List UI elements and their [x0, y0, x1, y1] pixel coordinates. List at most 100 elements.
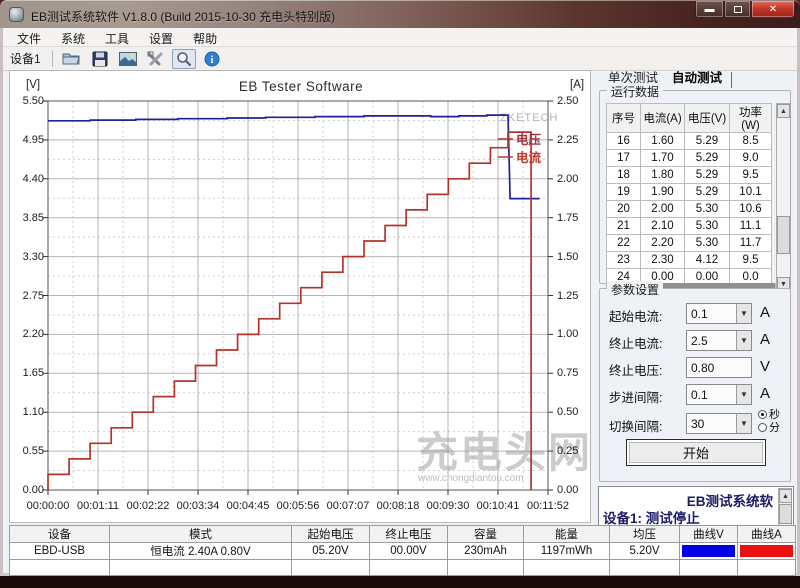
status-cell	[370, 560, 448, 576]
param-row: 终止电流:2.5▼A	[600, 330, 792, 351]
image-export-icon	[119, 52, 137, 66]
run-data-scrollbar[interactable]: ▲▼	[776, 103, 791, 292]
status-cell: 1197mWh	[524, 543, 610, 560]
save-icon	[92, 51, 108, 67]
status-cell: 00.00V	[370, 543, 448, 560]
status-cell	[10, 560, 110, 576]
run-data-cell: 10.6	[730, 201, 772, 218]
y-axis-tick-left: 2.20	[12, 328, 44, 340]
minimize-button[interactable]: ▬	[695, 1, 724, 18]
radio-option-秒[interactable]: 秒	[758, 409, 780, 422]
run-data-header: 功率(W)	[730, 104, 772, 133]
status-cell: 230mAh	[448, 543, 524, 560]
status-cell	[448, 560, 524, 576]
parameters-group-label: 参数设置	[607, 281, 663, 298]
restore-icon	[734, 6, 742, 13]
table-row[interactable]: 181.805.299.5	[607, 167, 772, 184]
menu-item-系统[interactable]: 系统	[51, 28, 95, 49]
status-header: 终止电压	[370, 526, 448, 543]
info-icon: i	[204, 51, 220, 67]
curve-color-swatch	[740, 545, 793, 557]
param-combo[interactable]: 2.5▼	[686, 330, 752, 351]
scroll-thumb[interactable]	[779, 504, 792, 524]
status-header: 起始电压	[292, 526, 370, 543]
run-data-cell: 5.30	[685, 235, 730, 252]
table-row[interactable]: 212.105.3011.1	[607, 218, 772, 235]
param-combo[interactable]: 0.1▼	[686, 303, 752, 324]
svg-text:i: i	[210, 55, 213, 66]
table-row[interactable]: 161.605.298.5	[607, 133, 772, 150]
run-data-cell: 2.20	[641, 235, 685, 252]
zoom-icon	[176, 51, 192, 67]
status-header: 曲线A	[738, 526, 796, 543]
chevron-down-icon[interactable]: ▼	[736, 331, 751, 350]
open-folder-icon	[62, 51, 81, 66]
chevron-down-icon[interactable]: ▼	[736, 385, 751, 404]
menu-item-帮助[interactable]: 帮助	[183, 28, 227, 49]
chevron-down-icon[interactable]: ▼	[736, 414, 751, 433]
param-row: 起始电流:0.1▼A	[600, 303, 792, 324]
run-data-cell: 10.1	[730, 184, 772, 201]
run-data-table: 序号电流(A)电压(V)功率(W)161.605.298.5171.705.29…	[606, 103, 772, 286]
radio-icon	[758, 410, 767, 419]
run-data-cell: 1.60	[641, 133, 685, 150]
device-status-table: 设备模式起始电压终止电压容量能量均压曲线V曲线AEBD-USB恒电流 2.40A…	[9, 525, 796, 576]
run-data-cell: 22	[607, 235, 641, 252]
zoom-button[interactable]	[172, 49, 196, 69]
legend-label: 电流	[516, 150, 542, 165]
status-cell	[292, 560, 370, 576]
menu-item-工具[interactable]: 工具	[95, 28, 139, 49]
status-cell	[680, 543, 738, 560]
x-axis-tick: 00:11:52	[517, 500, 579, 512]
close-button[interactable]: ✕	[751, 1, 795, 18]
run-data-cell: 9.5	[730, 167, 772, 184]
app-icon	[9, 7, 24, 22]
status-header: 模式	[110, 526, 292, 543]
run-data-cell: 5.30	[685, 218, 730, 235]
table-row[interactable]: 202.005.3010.6	[607, 201, 772, 218]
run-data-cell: 1.90	[641, 184, 685, 201]
left-axis-unit: [V]	[26, 79, 40, 91]
radio-option-分[interactable]: 分	[758, 422, 780, 435]
table-row[interactable]: 232.304.129.5	[607, 252, 772, 269]
save-button[interactable]	[88, 49, 112, 69]
table-row[interactable]: 222.205.3011.7	[607, 235, 772, 252]
scroll-thumb[interactable]	[777, 216, 790, 254]
settings-tools-button[interactable]	[144, 49, 168, 69]
param-input[interactable]: 0.80	[686, 357, 752, 378]
run-data-cell: 21	[607, 218, 641, 235]
param-unit: A	[760, 331, 770, 348]
param-unit: A	[760, 304, 770, 321]
run-data-cell: 11.7	[730, 235, 772, 252]
menu-item-设置[interactable]: 设置	[139, 28, 183, 49]
y-axis-tick-left: 4.40	[12, 173, 44, 185]
status-cell	[110, 560, 292, 576]
run-data-cell: 1.80	[641, 167, 685, 184]
run-data-cell: 17	[607, 150, 641, 167]
menu-item-文件[interactable]: 文件	[7, 28, 51, 49]
y-axis-tick-right: 0.50	[557, 406, 591, 418]
param-combo[interactable]: 0.1▼	[686, 384, 752, 405]
device-selector[interactable]: 设备1	[10, 50, 41, 67]
run-data-groupbox: 运行数据 序号电流(A)电压(V)功率(W)161.605.298.5171.7…	[599, 90, 791, 284]
chart-panel: EB Tester Software [V] [A] 充电头网www.chong…	[9, 70, 591, 523]
maximize-button[interactable]	[724, 1, 751, 18]
table-row[interactable]: 191.905.2910.1	[607, 184, 772, 201]
start-button[interactable]: 开始	[626, 439, 766, 466]
about-button[interactable]: i	[200, 49, 224, 69]
chevron-down-icon[interactable]: ▼	[736, 304, 751, 323]
run-data-cell: 1.70	[641, 150, 685, 167]
status-cell	[524, 560, 610, 576]
export-image-button[interactable]	[116, 49, 140, 69]
y-axis-tick-right: 0.75	[557, 367, 591, 379]
param-combo[interactable]: 30▼	[686, 413, 752, 434]
scroll-up-icon[interactable]: ▲	[779, 489, 792, 503]
y-axis-tick-right: 1.25	[557, 290, 591, 302]
run-data-cell: 2.10	[641, 218, 685, 235]
tab-自动测试[interactable]: 自动测试	[665, 65, 729, 88]
scroll-up-icon[interactable]: ▲	[777, 104, 790, 118]
table-row[interactable]: 171.705.299.0	[607, 150, 772, 167]
status-cell: 05.20V	[292, 543, 370, 560]
open-folder-button[interactable]	[60, 49, 84, 69]
legend-label: 电压	[516, 132, 542, 147]
